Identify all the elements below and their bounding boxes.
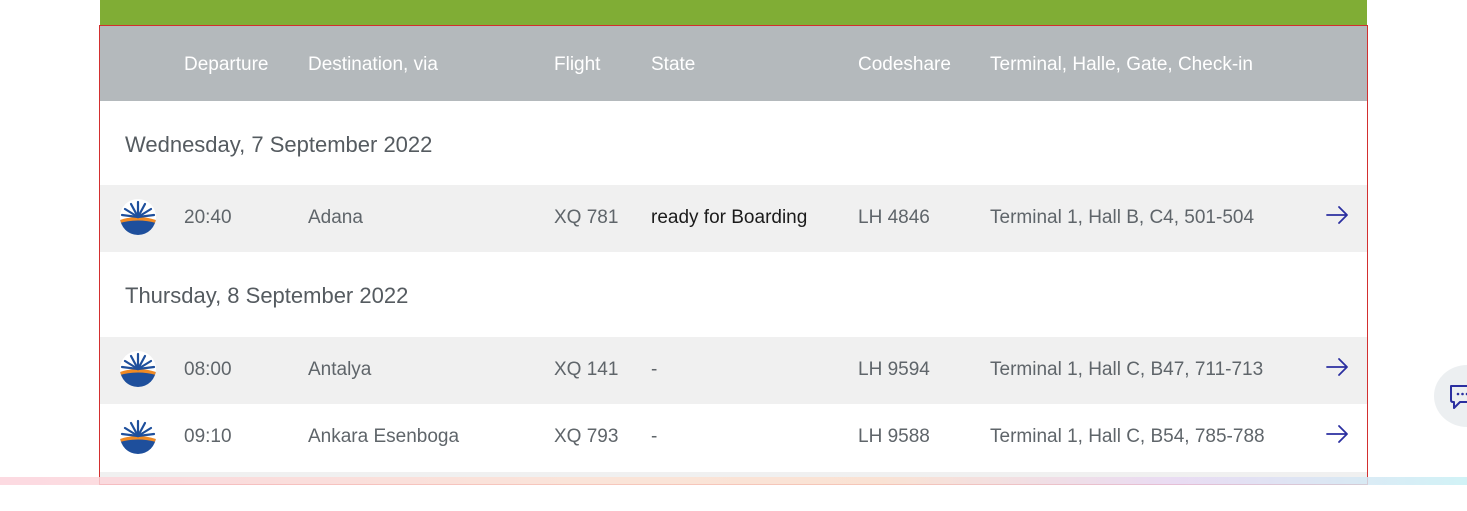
header-state: State [651,54,696,75]
arrow-right-icon[interactable] [1326,423,1350,445]
destination: Antalya [308,359,372,380]
decorative-gradient-line [0,477,1467,485]
departures-table: Departure Destination, via Flight State … [99,25,1368,485]
table-row[interactable]: 09:10 Ankara Esenboga XQ 793 - LH 9588 T… [100,404,1367,471]
departure-time: 09:10 [184,426,232,447]
codeshare: LH 9588 [858,426,930,447]
flight-state: ready for Boarding [651,207,808,228]
arrow-right-icon[interactable] [1326,356,1350,378]
destination: Ankara Esenboga [308,426,460,447]
top-accent-bar [100,0,1367,26]
table-row[interactable]: 08:00 Antalya XQ 141 - LH 9594 Terminal … [100,337,1367,404]
header-flight: Flight [554,54,601,75]
destination: Adana [308,207,363,228]
chat-icon [1450,385,1467,409]
terminal-info: Terminal 1, Hall C, B54, 785-788 [990,426,1265,447]
sunexpress-logo-icon [120,418,156,454]
flight-number: XQ 781 [554,207,619,228]
sunexpress-logo-icon [120,351,156,387]
arrow-right-icon[interactable] [1326,204,1350,226]
header-departure: Departure [184,54,269,75]
departure-time: 20:40 [184,207,232,228]
departure-time: 08:00 [184,359,232,380]
flight-state: - [651,359,658,380]
table-row[interactable]: 20:40 Adana XQ 781 ready for Boarding LH… [100,185,1367,252]
day-heading: Wednesday, 7 September 2022 [125,132,433,157]
table-header: Departure Destination, via Flight State … [100,26,1367,101]
day-heading: Thursday, 8 September 2022 [125,283,409,308]
terminal-info: Terminal 1, Hall B, C4, 501-504 [990,207,1255,228]
header-destination: Destination, via [308,54,438,75]
header-codeshare: Codeshare [858,54,951,75]
flight-state: - [651,426,658,447]
terminal-info: Terminal 1, Hall C, B47, 711-713 [990,359,1264,380]
chat-button[interactable] [1434,365,1467,427]
flight-number: XQ 141 [554,359,619,380]
codeshare: LH 4846 [858,207,930,228]
header-terminal: Terminal, Halle, Gate, Check-in [990,54,1253,75]
codeshare: LH 9594 [858,359,930,380]
sunexpress-logo-icon [120,199,156,235]
flight-number: XQ 793 [554,426,619,447]
